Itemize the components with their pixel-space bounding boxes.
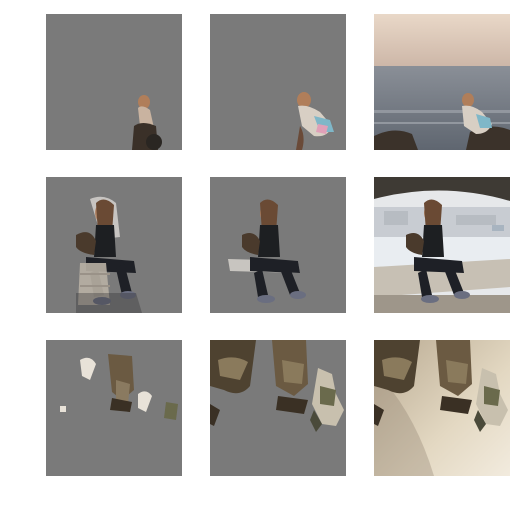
- image-grid: [0, 0, 520, 510]
- row3-masked-crop-a: [46, 340, 182, 476]
- row1-masked-crop-b: [210, 14, 346, 150]
- row2-full-photo: [374, 177, 510, 313]
- row2-masked-crop-a: [46, 177, 182, 313]
- row3-full-photo: [374, 340, 510, 476]
- row3-masked-crop-b: [210, 340, 346, 476]
- row2-masked-crop-b: [210, 177, 346, 313]
- row1-masked-crop-a: [46, 14, 182, 150]
- row1-full-photo: [374, 14, 510, 150]
